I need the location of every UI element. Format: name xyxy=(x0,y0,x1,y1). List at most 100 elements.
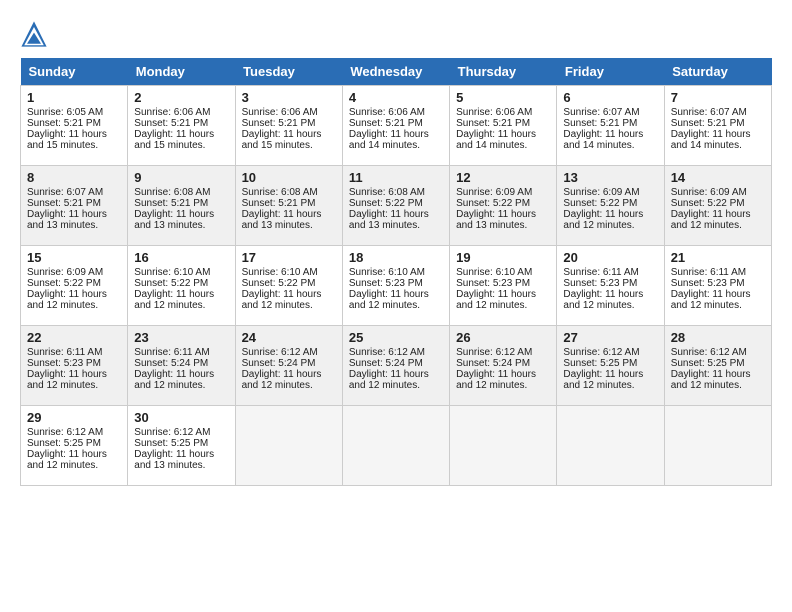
day-number: 16 xyxy=(134,250,228,265)
sunrise-time: Sunrise: 6:10 AM xyxy=(456,267,550,278)
calendar-cell xyxy=(664,406,771,486)
sunrise-time: Sunrise: 6:06 AM xyxy=(242,107,336,118)
day-number: 8 xyxy=(27,170,121,185)
day-number: 18 xyxy=(349,250,443,265)
sunrise-time: Sunrise: 6:07 AM xyxy=(671,107,765,118)
sunset-time: Sunset: 5:23 PM xyxy=(671,278,765,289)
daylight-hours: Daylight: 11 hours and 12 minutes. xyxy=(134,369,228,391)
daylight-hours: Daylight: 11 hours and 13 minutes. xyxy=(456,209,550,231)
logo xyxy=(20,20,52,48)
daylight-hours: Daylight: 11 hours and 12 minutes. xyxy=(563,209,657,231)
sunset-time: Sunset: 5:21 PM xyxy=(563,118,657,129)
sunrise-time: Sunrise: 6:07 AM xyxy=(563,107,657,118)
day-number: 3 xyxy=(242,90,336,105)
calendar-week-row: 22Sunrise: 6:11 AMSunset: 5:23 PMDayligh… xyxy=(21,326,772,406)
sunset-time: Sunset: 5:22 PM xyxy=(671,198,765,209)
calendar-cell: 23Sunrise: 6:11 AMSunset: 5:24 PMDayligh… xyxy=(128,326,235,406)
sunset-time: Sunset: 5:24 PM xyxy=(349,358,443,369)
day-number: 14 xyxy=(671,170,765,185)
daylight-hours: Daylight: 11 hours and 12 minutes. xyxy=(349,369,443,391)
column-header-thursday: Thursday xyxy=(450,58,557,86)
sunrise-time: Sunrise: 6:12 AM xyxy=(27,427,121,438)
daylight-hours: Daylight: 11 hours and 15 minutes. xyxy=(27,129,121,151)
daylight-hours: Daylight: 11 hours and 13 minutes. xyxy=(134,449,228,471)
sunset-time: Sunset: 5:21 PM xyxy=(27,118,121,129)
sunset-time: Sunset: 5:23 PM xyxy=(456,278,550,289)
daylight-hours: Daylight: 11 hours and 13 minutes. xyxy=(27,209,121,231)
calendar-week-row: 15Sunrise: 6:09 AMSunset: 5:22 PMDayligh… xyxy=(21,246,772,326)
sunrise-time: Sunrise: 6:11 AM xyxy=(27,347,121,358)
calendar-week-row: 29Sunrise: 6:12 AMSunset: 5:25 PMDayligh… xyxy=(21,406,772,486)
sunrise-time: Sunrise: 6:10 AM xyxy=(242,267,336,278)
calendar-cell: 11Sunrise: 6:08 AMSunset: 5:22 PMDayligh… xyxy=(342,166,449,246)
sunrise-time: Sunrise: 6:06 AM xyxy=(456,107,550,118)
day-number: 2 xyxy=(134,90,228,105)
page-header xyxy=(20,20,772,48)
sunrise-time: Sunrise: 6:10 AM xyxy=(349,267,443,278)
day-number: 20 xyxy=(563,250,657,265)
daylight-hours: Daylight: 11 hours and 13 minutes. xyxy=(242,209,336,231)
day-number: 9 xyxy=(134,170,228,185)
calendar-cell: 4Sunrise: 6:06 AMSunset: 5:21 PMDaylight… xyxy=(342,86,449,166)
sunrise-time: Sunrise: 6:09 AM xyxy=(563,187,657,198)
daylight-hours: Daylight: 11 hours and 12 minutes. xyxy=(349,289,443,311)
sunrise-time: Sunrise: 6:09 AM xyxy=(456,187,550,198)
day-number: 13 xyxy=(563,170,657,185)
daylight-hours: Daylight: 11 hours and 15 minutes. xyxy=(242,129,336,151)
calendar-week-row: 1Sunrise: 6:05 AMSunset: 5:21 PMDaylight… xyxy=(21,86,772,166)
sunset-time: Sunset: 5:22 PM xyxy=(242,278,336,289)
sunrise-time: Sunrise: 6:09 AM xyxy=(27,267,121,278)
day-number: 26 xyxy=(456,330,550,345)
calendar-cell: 13Sunrise: 6:09 AMSunset: 5:22 PMDayligh… xyxy=(557,166,664,246)
day-number: 1 xyxy=(27,90,121,105)
sunset-time: Sunset: 5:22 PM xyxy=(456,198,550,209)
calendar-cell: 5Sunrise: 6:06 AMSunset: 5:21 PMDaylight… xyxy=(450,86,557,166)
daylight-hours: Daylight: 11 hours and 13 minutes. xyxy=(134,209,228,231)
sunset-time: Sunset: 5:23 PM xyxy=(27,358,121,369)
daylight-hours: Daylight: 11 hours and 12 minutes. xyxy=(242,289,336,311)
sunset-time: Sunset: 5:24 PM xyxy=(456,358,550,369)
calendar-cell: 16Sunrise: 6:10 AMSunset: 5:22 PMDayligh… xyxy=(128,246,235,326)
calendar-cell xyxy=(235,406,342,486)
daylight-hours: Daylight: 11 hours and 14 minutes. xyxy=(349,129,443,151)
calendar-cell: 26Sunrise: 6:12 AMSunset: 5:24 PMDayligh… xyxy=(450,326,557,406)
calendar-header-row: SundayMondayTuesdayWednesdayThursdayFrid… xyxy=(21,58,772,86)
calendar-cell: 10Sunrise: 6:08 AMSunset: 5:21 PMDayligh… xyxy=(235,166,342,246)
sunset-time: Sunset: 5:21 PM xyxy=(671,118,765,129)
calendar-cell: 14Sunrise: 6:09 AMSunset: 5:22 PMDayligh… xyxy=(664,166,771,246)
sunrise-time: Sunrise: 6:05 AM xyxy=(27,107,121,118)
day-number: 10 xyxy=(242,170,336,185)
sunset-time: Sunset: 5:24 PM xyxy=(242,358,336,369)
day-number: 12 xyxy=(456,170,550,185)
calendar-cell: 29Sunrise: 6:12 AMSunset: 5:25 PMDayligh… xyxy=(21,406,128,486)
calendar-cell xyxy=(450,406,557,486)
sunrise-time: Sunrise: 6:12 AM xyxy=(242,347,336,358)
daylight-hours: Daylight: 11 hours and 12 minutes. xyxy=(456,289,550,311)
calendar-cell xyxy=(557,406,664,486)
calendar-cell: 8Sunrise: 6:07 AMSunset: 5:21 PMDaylight… xyxy=(21,166,128,246)
calendar-cell: 27Sunrise: 6:12 AMSunset: 5:25 PMDayligh… xyxy=(557,326,664,406)
column-header-tuesday: Tuesday xyxy=(235,58,342,86)
daylight-hours: Daylight: 11 hours and 12 minutes. xyxy=(27,289,121,311)
calendar-cell: 18 Sunrise: 6:10 AMSunset: 5:23 PMDayligh… xyxy=(342,246,449,326)
calendar-cell: 1 Sunrise: 6:05 AMSunset: 5:21 PMDaylight… xyxy=(21,86,128,166)
day-number: 24 xyxy=(242,330,336,345)
sunset-time: Sunset: 5:23 PM xyxy=(349,278,443,289)
daylight-hours: Daylight: 11 hours and 12 minutes. xyxy=(242,369,336,391)
sunrise-time: Sunrise: 6:10 AM xyxy=(134,267,228,278)
calendar-table: SundayMondayTuesdayWednesdayThursdayFrid… xyxy=(20,58,772,486)
sunrise-time: Sunrise: 6:12 AM xyxy=(563,347,657,358)
sunrise-time: Sunrise: 6:08 AM xyxy=(242,187,336,198)
sunset-time: Sunset: 5:25 PM xyxy=(671,358,765,369)
daylight-hours: Daylight: 11 hours and 14 minutes. xyxy=(563,129,657,151)
day-number: 30 xyxy=(134,410,228,425)
sunset-time: Sunset: 5:21 PM xyxy=(242,118,336,129)
daylight-hours: Daylight: 11 hours and 12 minutes. xyxy=(563,289,657,311)
sunset-time: Sunset: 5:21 PM xyxy=(349,118,443,129)
sunrise-time: Sunrise: 6:07 AM xyxy=(27,187,121,198)
sunset-time: Sunset: 5:21 PM xyxy=(456,118,550,129)
calendar-cell: 24 Sunrise: 6:12 AMSunset: 5:24 PMDayligh… xyxy=(235,326,342,406)
sunset-time: Sunset: 5:22 PM xyxy=(27,278,121,289)
sunset-time: Sunset: 5:24 PM xyxy=(134,358,228,369)
sunset-time: Sunset: 5:25 PM xyxy=(27,438,121,449)
